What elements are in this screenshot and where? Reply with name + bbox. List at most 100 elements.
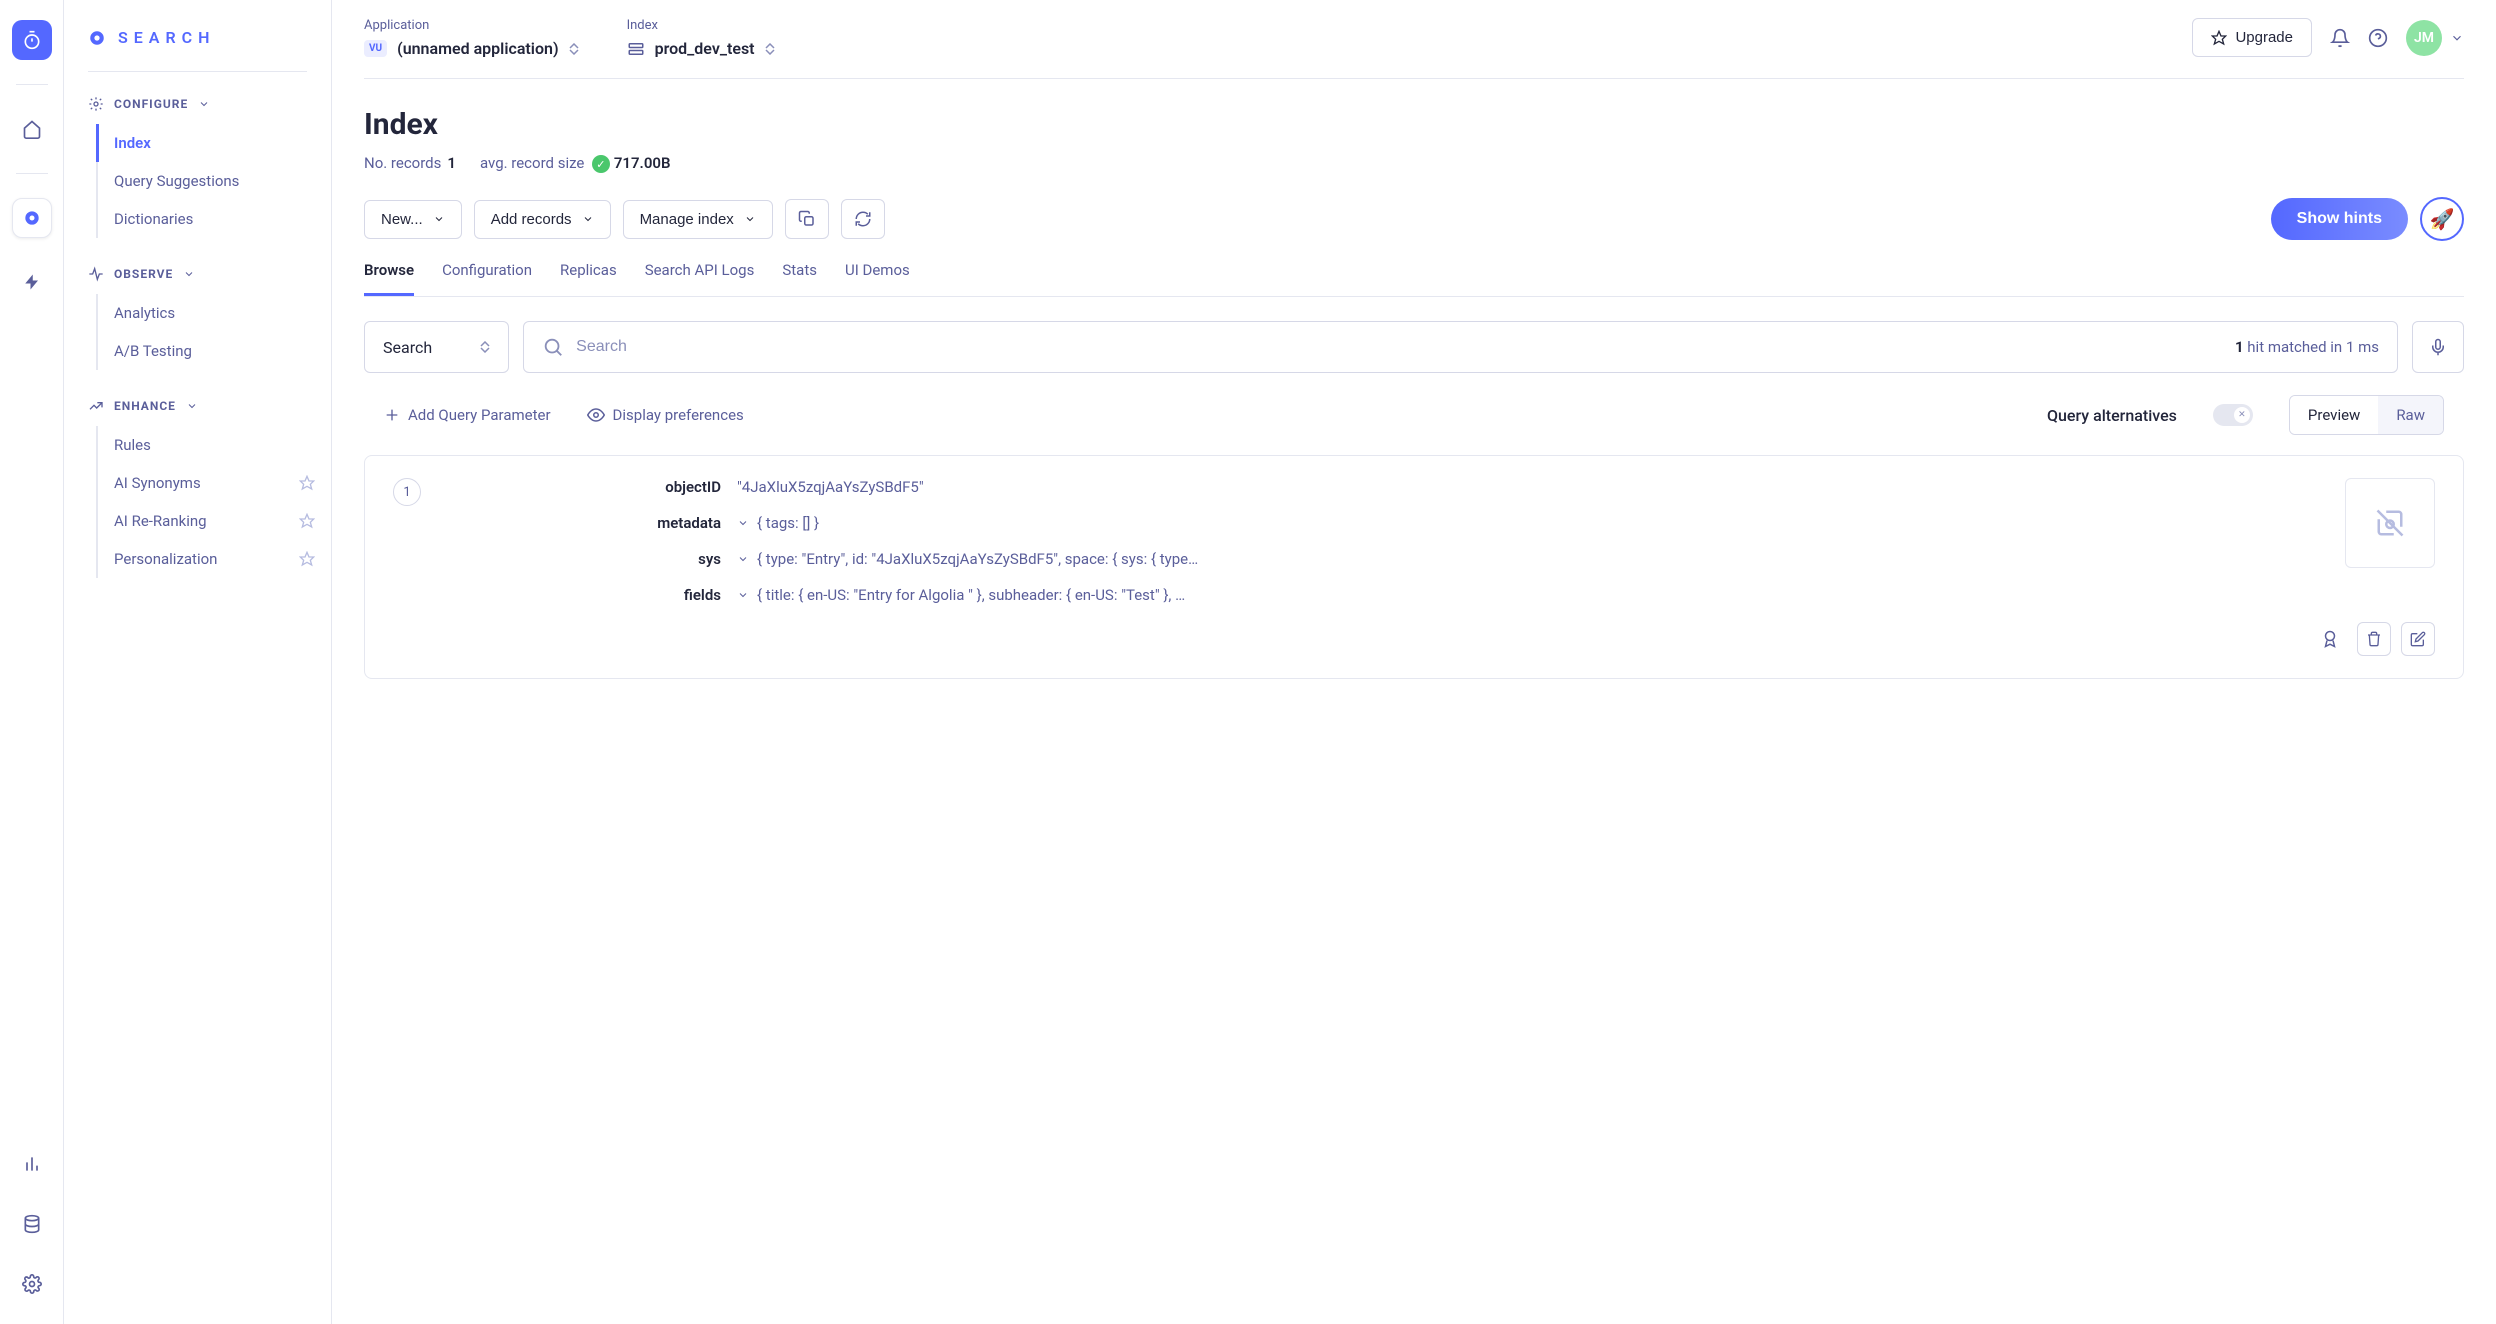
record-row-metadata: metadata { tags: [] } [441, 514, 2325, 532]
sidebar-item-index[interactable]: Index [96, 124, 331, 162]
sidebar: SEARCH CONFIGURE Index Query Suggestions… [64, 0, 332, 1324]
record-card: 1 objectID "4JaXluX5zqjAaYsZySBdF5" meta… [364, 455, 2464, 679]
rail-analytics[interactable] [12, 1144, 52, 1184]
application-selector[interactable]: VU (unnamed application) [364, 39, 579, 58]
tab-replicas[interactable]: Replicas [560, 261, 617, 296]
gear-icon [88, 96, 104, 112]
record-row-sys: sys { type: "Entry", id: "4JaXluX5zqjAaY… [441, 550, 2325, 568]
display-preferences[interactable]: Display preferences [587, 406, 744, 424]
pulse-icon [88, 266, 104, 282]
rail-stopwatch[interactable] [12, 20, 52, 60]
query-alternatives-toggle[interactable] [2213, 404, 2253, 426]
copy-button[interactable] [785, 199, 829, 239]
show-hints-button[interactable]: Show hints [2271, 198, 2408, 240]
rail-database[interactable] [12, 1204, 52, 1244]
sidebar-item-rules[interactable]: Rules [98, 426, 331, 464]
sidebar-header: SEARCH [64, 28, 331, 71]
view-toggle: Preview Raw [2289, 395, 2444, 435]
rail-lightning[interactable] [12, 262, 52, 302]
chevron-down-icon [183, 268, 195, 280]
sidebar-item-analytics[interactable]: Analytics [98, 294, 331, 332]
chevron-down-icon[interactable] [737, 589, 749, 601]
new-button[interactable]: New... [364, 200, 462, 239]
image-placeholder [2345, 478, 2435, 568]
refresh-button[interactable] [841, 199, 885, 239]
check-icon: ✓ [592, 155, 610, 173]
trash-icon [2366, 631, 2382, 647]
record-delete-button[interactable] [2357, 622, 2391, 656]
tab-ui-demos[interactable]: UI Demos [845, 261, 910, 296]
rail-settings[interactable] [12, 1264, 52, 1304]
add-query-parameter[interactable]: Add Query Parameter [384, 406, 551, 424]
mic-icon [2429, 338, 2447, 356]
notifications-button[interactable] [2330, 28, 2350, 48]
sort-icon [765, 43, 775, 55]
search-icon [542, 336, 564, 358]
nav-rail [0, 0, 64, 1324]
chevron-down-icon[interactable] [737, 553, 749, 565]
sort-icon [480, 341, 490, 353]
chevron-down-icon [186, 400, 198, 412]
copy-icon [798, 210, 816, 228]
section-title: ENHANCE [114, 399, 176, 413]
user-menu[interactable]: JM [2406, 20, 2464, 56]
section-title: CONFIGURE [114, 97, 188, 111]
app-value: (unnamed application) [397, 39, 558, 58]
chevron-down-icon [2450, 31, 2464, 45]
record-edit-button[interactable] [2401, 622, 2435, 656]
index-selector[interactable]: prod_dev_test [627, 39, 775, 58]
tab-stats[interactable]: Stats [782, 261, 817, 296]
add-records-button[interactable]: Add records [474, 200, 611, 239]
section-configure[interactable]: CONFIGURE [64, 96, 331, 124]
chevron-down-icon[interactable] [737, 517, 749, 529]
rocket-button[interactable]: 🚀 [2420, 197, 2464, 241]
page-title: Index [364, 107, 2464, 142]
manage-index-button[interactable]: Manage index [623, 200, 773, 239]
tab-browse[interactable]: Browse [364, 261, 414, 296]
star-icon [299, 513, 315, 529]
record-number: 1 [393, 478, 421, 506]
search-mode-selector[interactable]: Search [364, 321, 509, 373]
sidebar-item-ai-reranking[interactable]: AI Re-Ranking [98, 502, 331, 540]
sort-icon [569, 43, 579, 55]
rail-search-product[interactable] [12, 198, 52, 238]
tab-search-api-logs[interactable]: Search API Logs [645, 261, 755, 296]
stats-row: No. records1 avg. record size ✓717.00B [364, 154, 2464, 173]
trend-icon [88, 398, 104, 414]
sidebar-item-ai-synonyms[interactable]: AI Synonyms [98, 464, 331, 502]
chevron-down-icon [582, 213, 594, 225]
topbar: Application VU (unnamed application) Ind… [332, 0, 2496, 58]
chevron-down-icon [433, 213, 445, 225]
bell-icon [2330, 28, 2350, 48]
record-row-fields: fields { title: { en-US: "Entry for Algo… [441, 586, 2325, 604]
records-value: 1 [447, 154, 456, 172]
rail-home[interactable] [12, 109, 52, 149]
records-label: No. records [364, 154, 441, 172]
app-badge: VU [364, 40, 387, 57]
section-enhance[interactable]: ENHANCE [64, 398, 331, 426]
search-product-icon [88, 29, 106, 47]
section-title: OBSERVE [114, 267, 173, 281]
record-badge-button[interactable] [2313, 622, 2347, 656]
voice-search-button[interactable] [2412, 321, 2464, 373]
refresh-icon [854, 210, 872, 228]
sidebar-item-personalization[interactable]: Personalization [98, 540, 331, 578]
search-input[interactable] [564, 322, 2235, 372]
sidebar-item-query-suggestions[interactable]: Query Suggestions [98, 162, 331, 200]
star-icon [299, 475, 315, 491]
view-raw[interactable]: Raw [2378, 396, 2443, 434]
star-icon [2211, 30, 2227, 46]
tab-configuration[interactable]: Configuration [442, 261, 532, 296]
size-value: 717.00B [614, 154, 671, 172]
sidebar-item-ab-testing[interactable]: A/B Testing [98, 332, 331, 370]
chevron-down-icon [744, 213, 756, 225]
main: Application VU (unnamed application) Ind… [332, 0, 2496, 1324]
section-observe[interactable]: OBSERVE [64, 266, 331, 294]
edit-icon [2410, 631, 2426, 647]
view-preview[interactable]: Preview [2290, 396, 2378, 434]
record-row-objectid: objectID "4JaXluX5zqjAaYsZySBdF5" [441, 478, 2325, 496]
help-button[interactable] [2368, 28, 2388, 48]
upgrade-button[interactable]: Upgrade [2192, 18, 2312, 57]
eye-icon [587, 406, 605, 424]
sidebar-item-dictionaries[interactable]: Dictionaries [98, 200, 331, 238]
